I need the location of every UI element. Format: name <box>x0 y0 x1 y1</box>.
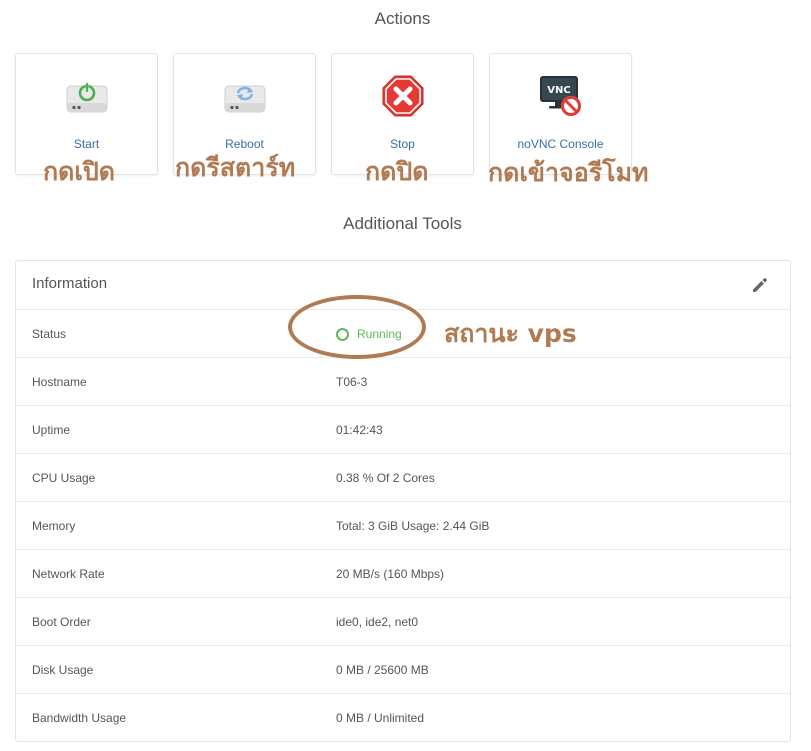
stop-label: Stop <box>390 137 415 151</box>
cpu-usage-key: CPU Usage <box>32 471 96 485</box>
status-circle-icon <box>336 327 349 341</box>
novnc-annotation: กดเข้าจอรีโมท <box>488 158 649 187</box>
memory-key: Memory <box>32 519 76 533</box>
info-row-bandwidth: Bandwidth Usage 0 MB / Unlimited <box>16 694 790 741</box>
uptime-value: 01:42:43 <box>336 423 383 437</box>
status-value: Running <box>336 327 402 341</box>
status-text: Running <box>357 327 402 341</box>
novnc-console-label: noVNC Console <box>517 137 604 151</box>
status-annotation: สถานะ vps <box>444 319 577 348</box>
svg-text:VNC: VNC <box>547 85 570 96</box>
actions-title: Actions <box>374 9 431 28</box>
hostname-value: T06-3 <box>336 375 368 389</box>
network-rate-key: Network Rate <box>32 567 105 581</box>
start-label: Start <box>73 137 100 151</box>
refresh-drive-icon <box>221 72 269 120</box>
info-row-memory: Memory Total: 3 GiB Usage: 2.44 GiB <box>16 502 790 550</box>
info-row-disk-usage: Disk Usage 0 MB / 25600 MB <box>16 646 790 694</box>
info-row-hostname: Hostname T06-3 <box>16 358 790 406</box>
start-annotation: กดเปิด <box>43 157 116 186</box>
network-rate-value: 20 MB/s (160 Mbps) <box>336 567 445 581</box>
bandwidth-usage-value: 0 MB / Unlimited <box>336 711 425 725</box>
pencil-icon[interactable] <box>750 275 770 295</box>
info-row-status: Status Running <box>16 310 790 358</box>
status-key: Status <box>32 327 67 341</box>
information-title: Information <box>32 275 108 292</box>
hostname-key: Hostname <box>32 375 87 389</box>
information-header: Information <box>16 261 790 310</box>
stop-sign-icon <box>379 72 427 120</box>
information-panel: Information Status Running Hostname T06-… <box>15 260 791 742</box>
cpu-usage-value: 0.38 % Of 2 Cores <box>336 471 435 485</box>
disk-usage-value: 0 MB / 25600 MB <box>336 663 429 677</box>
memory-value: Total: 3 GiB Usage: 2.44 GiB <box>336 519 490 533</box>
reboot-annotation: กดรีสตาร์ท <box>175 153 296 182</box>
additional-tools-title: Additional Tools <box>343 214 462 233</box>
vnc-console-icon: VNC <box>537 72 585 120</box>
boot-order-key: Boot Order <box>32 615 91 629</box>
info-row-network-rate: Network Rate 20 MB/s (160 Mbps) <box>16 550 790 598</box>
power-drive-icon <box>63 72 111 120</box>
boot-order-value: ide0, ide2, net0 <box>336 615 419 629</box>
info-row-uptime: Uptime 01:42:43 <box>16 406 790 454</box>
stop-annotation: กดปิด <box>365 157 429 186</box>
bandwidth-usage-key: Bandwidth Usage <box>32 711 127 725</box>
uptime-key: Uptime <box>32 423 71 437</box>
info-row-cpu: CPU Usage 0.38 % Of 2 Cores <box>16 454 790 502</box>
info-row-boot-order: Boot Order ide0, ide2, net0 <box>16 598 790 646</box>
disk-usage-key: Disk Usage <box>32 663 94 677</box>
